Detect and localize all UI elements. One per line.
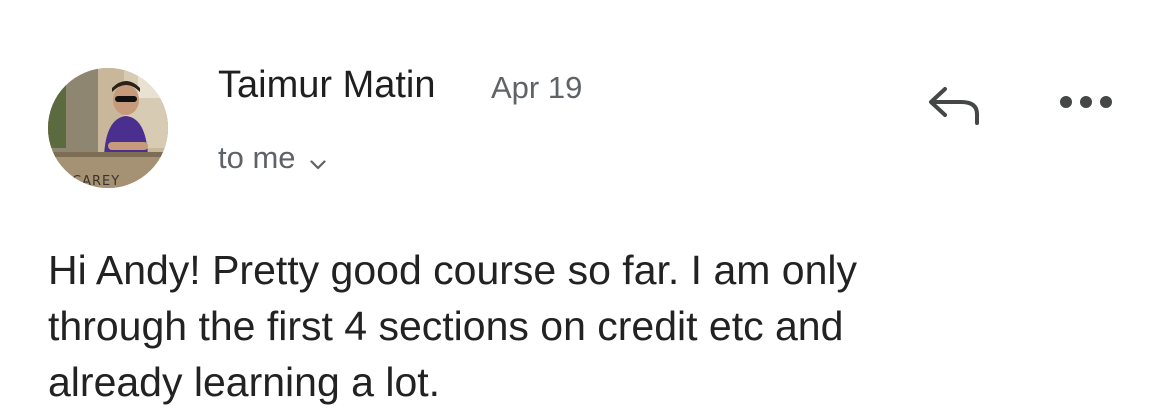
recipient-label: to me — [218, 140, 296, 175]
more-options-button[interactable] — [1054, 82, 1118, 122]
reply-arrow-icon — [929, 87, 979, 125]
avatar-photo: CAREY — [48, 68, 168, 188]
more-horizontal-icon — [1060, 96, 1112, 108]
message-date: Apr 19 — [491, 70, 583, 105]
recipient-toggle[interactable]: to me — [218, 138, 326, 178]
sender-avatar[interactable]: CAREY — [48, 68, 168, 188]
sender-name[interactable]: Taimur Matin — [218, 64, 436, 107]
message-body: Hi Andy! Pretty good course so far. I am… — [48, 247, 858, 405]
avatar-caption: CAREY — [72, 174, 120, 188]
chevron-down-icon — [309, 142, 326, 178]
reply-button[interactable] — [922, 78, 986, 130]
